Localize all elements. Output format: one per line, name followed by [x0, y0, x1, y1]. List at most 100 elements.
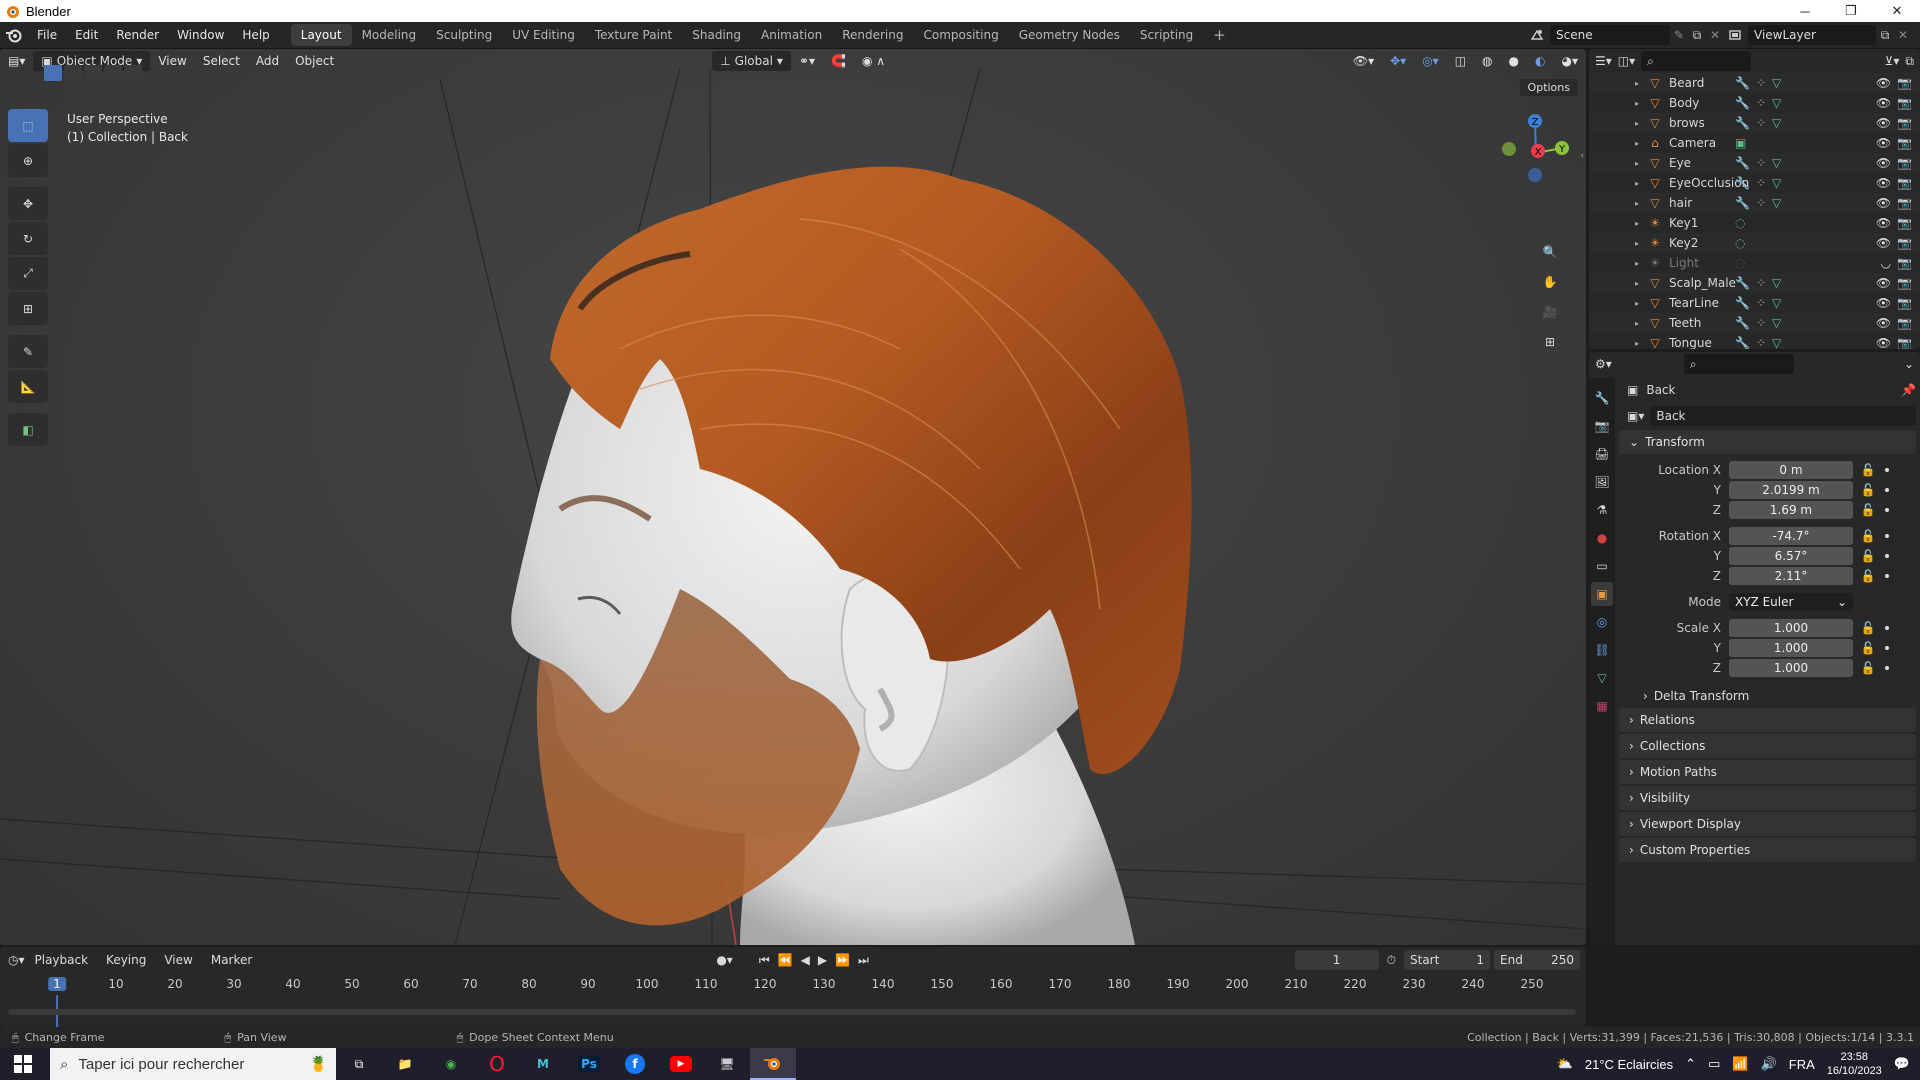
- tab-scripting[interactable]: Scripting: [1130, 24, 1203, 46]
- pivot-icon[interactable]: ⚭▾: [791, 51, 823, 71]
- tool-tab-icon[interactable]: 🔧: [1591, 386, 1613, 410]
- render-tab-icon[interactable]: 📷: [1591, 414, 1613, 438]
- eye-icon[interactable]: 👁: [1876, 96, 1891, 110]
- lock-icon[interactable]: 🔓: [1859, 547, 1877, 565]
- collection-tab-icon[interactable]: ▭: [1591, 554, 1613, 578]
- properties-search-input[interactable]: ⌕: [1683, 354, 1794, 374]
- windows-start-icon[interactable]: [0, 1048, 46, 1080]
- menu-playback[interactable]: Playback: [27, 953, 97, 967]
- world-tab-icon[interactable]: ●: [1591, 526, 1613, 550]
- select-intersect-icon[interactable]: [124, 65, 142, 81]
- location-y-field[interactable]: 2.0199 m: [1729, 481, 1853, 499]
- axis-gizmo-icon[interactable]: Z Y X: [1486, 103, 1586, 203]
- eye-icon[interactable]: 👁: [1876, 276, 1891, 290]
- move-tool[interactable]: ✥: [8, 187, 48, 220]
- eye-icon[interactable]: 👁: [1876, 336, 1891, 349]
- outliner-row[interactable]: ▸ ⌂ Camera ▣ 👁 📷: [1589, 133, 1920, 153]
- select-extend-icon[interactable]: [64, 65, 82, 81]
- camera-render-icon[interactable]: 📷: [1897, 276, 1912, 290]
- timeline-editor-type-icon[interactable]: ◷▾: [8, 953, 25, 967]
- transform-tool[interactable]: ⊞: [8, 292, 48, 325]
- scene-tab-icon[interactable]: ⚗: [1591, 498, 1613, 522]
- new-view-layer-icon[interactable]: ⧉: [1876, 28, 1894, 43]
- end-frame-field[interactable]: End 250: [1494, 950, 1580, 970]
- 3d-viewport[interactable]: ▤▾ ▣ Object Mode ▾ View Select Add Objec…: [0, 49, 1586, 945]
- weather-text[interactable]: 21°C Eclaircies: [1585, 1057, 1673, 1072]
- timeline-scrollbar[interactable]: [8, 1009, 1576, 1015]
- options-dropdown[interactable]: Options: [1519, 79, 1578, 96]
- expand-arrow-icon[interactable]: ▸: [1635, 219, 1639, 228]
- xray-icon[interactable]: ◫: [1447, 51, 1474, 71]
- play-icon[interactable]: ▶: [818, 953, 827, 967]
- close-button[interactable]: ✕: [1874, 0, 1920, 22]
- data-tab-icon[interactable]: ▽: [1591, 666, 1613, 690]
- rotation-x-field[interactable]: -74.7°: [1729, 527, 1853, 545]
- tab-compositing[interactable]: Compositing: [913, 24, 1008, 46]
- generic-app-icon[interactable]: 🖥: [704, 1048, 750, 1080]
- collections-panel-header[interactable]: › Collections: [1619, 734, 1916, 758]
- view-layer-icon[interactable]: [1722, 28, 1748, 42]
- outliner-row[interactable]: ▸ ☀ Key1 ◌ 👁 📷: [1589, 213, 1920, 233]
- eye-icon[interactable]: 👁: [1876, 296, 1891, 310]
- visibility-panel-header[interactable]: › Visibility: [1619, 786, 1916, 810]
- tab-sculpting[interactable]: Sculpting: [426, 24, 502, 46]
- collapse-sidebar-icon[interactable]: ‹: [1580, 151, 1584, 161]
- menu-file[interactable]: File: [28, 24, 66, 46]
- eye-icon[interactable]: 👁: [1876, 76, 1891, 90]
- keyframe-dot-icon[interactable]: [1885, 488, 1889, 492]
- lock-icon[interactable]: 🔓: [1859, 567, 1877, 585]
- select-new-icon[interactable]: [44, 65, 62, 81]
- rotation-y-field[interactable]: 6.57°: [1729, 547, 1853, 565]
- eye-icon[interactable]: 👁: [1876, 176, 1891, 190]
- texture-tab-icon[interactable]: ▦: [1591, 694, 1613, 718]
- camera-render-icon[interactable]: 📷: [1897, 336, 1912, 349]
- camera-render-icon[interactable]: 📷: [1897, 116, 1912, 130]
- camera-render-icon[interactable]: 📷: [1897, 316, 1912, 330]
- taskbar-search-input[interactable]: ⌕ Taper ici pour rechercher 🍍: [50, 1048, 336, 1080]
- expand-arrow-icon[interactable]: ▸: [1635, 179, 1639, 188]
- jump-end-icon[interactable]: ⏭: [858, 953, 869, 968]
- view-layer-tab-icon[interactable]: 🖼: [1591, 470, 1613, 494]
- shading-wireframe-icon[interactable]: ◍: [1474, 51, 1500, 71]
- object-name-field[interactable]: Back: [1650, 406, 1916, 426]
- photoshop-icon[interactable]: Ps: [566, 1048, 612, 1080]
- delta-transform-subpanel[interactable]: › Delta Transform: [1619, 684, 1916, 708]
- camera-render-icon[interactable]: 📷: [1897, 256, 1912, 270]
- cursor-tool[interactable]: ⊕: [8, 144, 48, 177]
- transform-orientation-dropdown[interactable]: ⊥ Global ▾: [712, 51, 791, 71]
- menu-add[interactable]: Add: [248, 51, 287, 71]
- lock-icon[interactable]: 🔓: [1859, 481, 1877, 499]
- menu-timeline-view[interactable]: View: [156, 953, 200, 967]
- scale-z-field[interactable]: 1.000: [1729, 659, 1853, 677]
- expand-arrow-icon[interactable]: ▸: [1635, 279, 1639, 288]
- keyframe-dot-icon[interactable]: [1885, 534, 1889, 538]
- outliner-row[interactable]: ▸ ▽ Body 🔧 ⁘ ▽ 👁 📷: [1589, 93, 1920, 113]
- jump-keyframe-forward-icon[interactable]: ⏩: [835, 953, 850, 967]
- camera-view-icon[interactable]: 🎥: [1536, 298, 1564, 326]
- lock-icon[interactable]: 🔓: [1859, 501, 1877, 519]
- object-tab-icon[interactable]: ▣: [1591, 582, 1613, 606]
- file-explorer-icon[interactable]: 📁: [382, 1048, 428, 1080]
- device-icon[interactable]: ▭: [1708, 1056, 1720, 1072]
- keyframe-dot-icon[interactable]: [1885, 554, 1889, 558]
- camera-render-icon[interactable]: 📷: [1897, 76, 1912, 90]
- opera-icon[interactable]: O: [474, 1048, 520, 1080]
- camera-render-icon[interactable]: 📷: [1897, 156, 1912, 170]
- blender-taskbar-icon[interactable]: [750, 1048, 796, 1080]
- eye-icon[interactable]: 👁: [1876, 156, 1891, 170]
- gizmo-toggle-icon[interactable]: ✥▾: [1382, 51, 1414, 71]
- outliner-row[interactable]: ▸ ▽ Tongue 🔧 ⁘ ▽ 👁 📷: [1589, 333, 1920, 349]
- eye-icon[interactable]: 👁: [1876, 216, 1891, 230]
- clock[interactable]: 23:58 16/10/2023: [1827, 1050, 1882, 1078]
- facebook-icon[interactable]: f: [612, 1048, 658, 1080]
- tab-animation[interactable]: Animation: [751, 24, 832, 46]
- outliner-row[interactable]: ▸ ▽ Beard 🔧 ⁘ ▽ 👁 📷: [1589, 73, 1920, 93]
- tab-texture-paint[interactable]: Texture Paint: [585, 24, 682, 46]
- eye-icon[interactable]: 👁: [1876, 316, 1891, 330]
- pin-icon[interactable]: 📌: [1901, 383, 1916, 397]
- lock-icon[interactable]: 🔓: [1859, 659, 1877, 677]
- wifi-icon[interactable]: 📶: [1732, 1056, 1748, 1072]
- tab-uv-editing[interactable]: UV Editing: [502, 24, 585, 46]
- keyframe-dot-icon[interactable]: [1885, 666, 1889, 670]
- scene-icon[interactable]: [1524, 28, 1550, 42]
